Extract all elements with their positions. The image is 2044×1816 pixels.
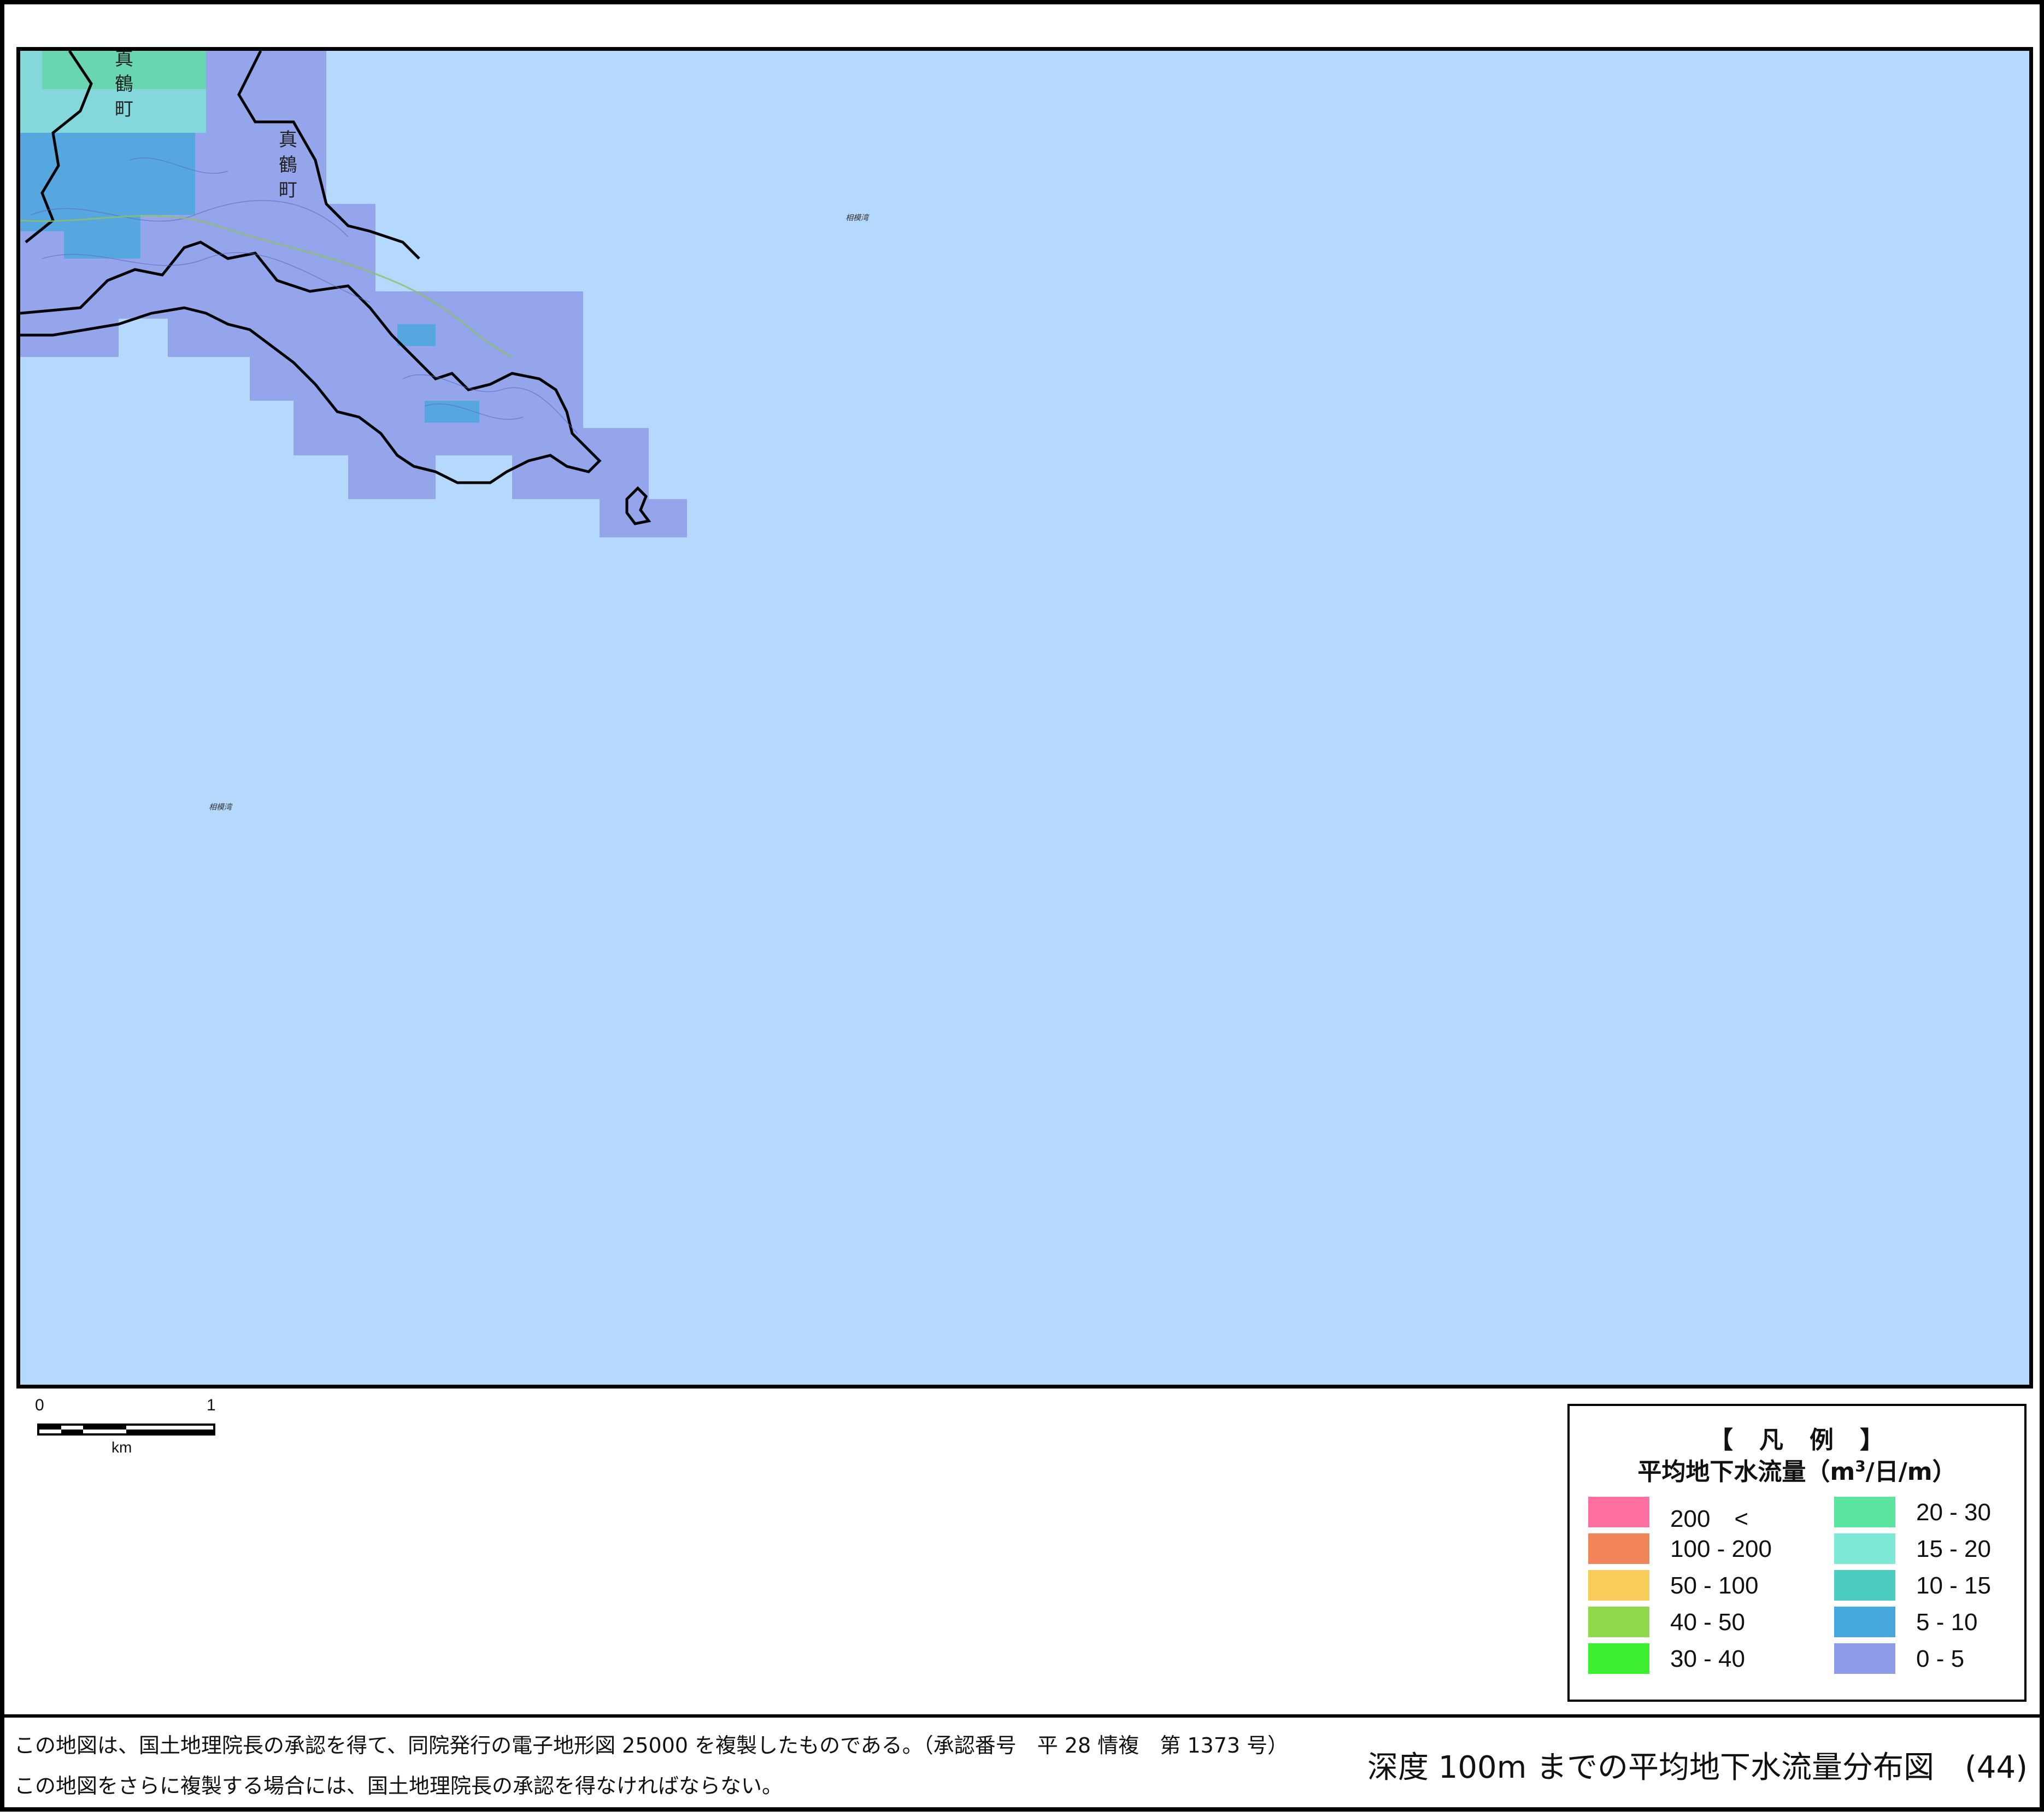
- legend-item: 50 - 100: [1588, 1570, 1796, 1601]
- legend-swatch: [1588, 1570, 1649, 1601]
- scale-max-label: 1: [207, 1396, 216, 1414]
- town-label-manazuru-2: 真鶴町: [279, 129, 297, 201]
- legend-label: 10 - 15: [1916, 1572, 1991, 1599]
- legend-swatch: [1834, 1607, 1895, 1637]
- legend-label: 0 - 5: [1916, 1645, 1965, 1672]
- legend-item: 0 - 5: [1834, 1643, 2042, 1674]
- legend-label: 100 - 200: [1670, 1536, 1772, 1562]
- legend-item: 5 - 10: [1834, 1607, 2042, 1637]
- legend-swatch: [1588, 1643, 1649, 1674]
- scale-unit-label: km: [111, 1439, 132, 1456]
- sea-label-sagami-bay-1: 相模湾: [845, 214, 868, 222]
- legend-item: 30 - 40: [1588, 1643, 1796, 1674]
- legend-subtitle-sup: 3: [1855, 1457, 1866, 1475]
- map-frame[interactable]: 真鶴町 真鶴町 相模湾 相模湾: [16, 47, 2033, 1389]
- legend-item: 200 <: [1588, 1497, 1796, 1532]
- footer: この地図は、国土地理院長の承認を得て、同院発行の電子地形図 25000 を複製し…: [4, 1714, 2044, 1816]
- legend-swatch: [1588, 1533, 1649, 1564]
- legend-swatch: [1834, 1643, 1895, 1674]
- legend-title: 【 凡 例 】: [1709, 1426, 1885, 1454]
- legend-label: 200 <: [1670, 1505, 1749, 1532]
- legend-swatch: [1588, 1497, 1649, 1527]
- legend-item: 100 - 200: [1588, 1533, 1796, 1564]
- legend: 【 凡 例 】 平均地下水流量（m3/日/m） 200 < 100 - 200 50…: [1567, 1404, 2027, 1702]
- map-canvas: [20, 51, 687, 537]
- sea-label-sagami-bay-2: 相模湾: [209, 803, 232, 812]
- scale-bar-graphic: [37, 1423, 215, 1436]
- copyright-note: この地図は、国土地理院長の承認を得て、同院発行の電子地形図 25000 を複製し…: [14, 1733, 1289, 1758]
- legend-label: 40 - 50: [1670, 1609, 1745, 1636]
- legend-label: 5 - 10: [1916, 1609, 1978, 1636]
- legend-label: 50 - 100: [1670, 1572, 1759, 1599]
- legend-label: 30 - 40: [1670, 1645, 1745, 1672]
- legend-item: 20 - 30: [1834, 1497, 2042, 1527]
- legend-swatch: [1834, 1570, 1895, 1601]
- scale-bar: 0 1 km: [35, 1396, 221, 1462]
- legend-label: 15 - 20: [1916, 1536, 1991, 1562]
- legend-item: 15 - 20: [1834, 1533, 2042, 1564]
- legend-swatch: [1834, 1497, 1895, 1527]
- town-label-manazuru-1: 真鶴町: [115, 48, 133, 120]
- map-sheet: 真鶴町 真鶴町 相模湾 相模湾 0 1 km 【 凡 例 】 平均地下水流量（m…: [0, 0, 2044, 1812]
- map-title: 深度 100m までの平均地下水流量分布図 (44): [1367, 1750, 2028, 1785]
- legend-swatch: [1588, 1607, 1649, 1637]
- legend-item: 10 - 15: [1834, 1570, 2042, 1601]
- scale-min-label: 0: [35, 1396, 44, 1414]
- legend-subtitle: 平均地下水流量（m3/日/m）: [1570, 1452, 2024, 1487]
- reproduction-note: この地図をさらに複製する場合には、国土地理院長の承認を得なければならない。: [14, 1774, 783, 1798]
- legend-item: 40 - 50: [1588, 1607, 1796, 1637]
- legend-subtitle-prefix: 平均地下水流量（m: [1637, 1458, 1855, 1486]
- legend-swatch: [1834, 1533, 1895, 1564]
- legend-subtitle-suffix: /日/m）: [1865, 1458, 1957, 1486]
- legend-label: 20 - 30: [1916, 1499, 1991, 1526]
